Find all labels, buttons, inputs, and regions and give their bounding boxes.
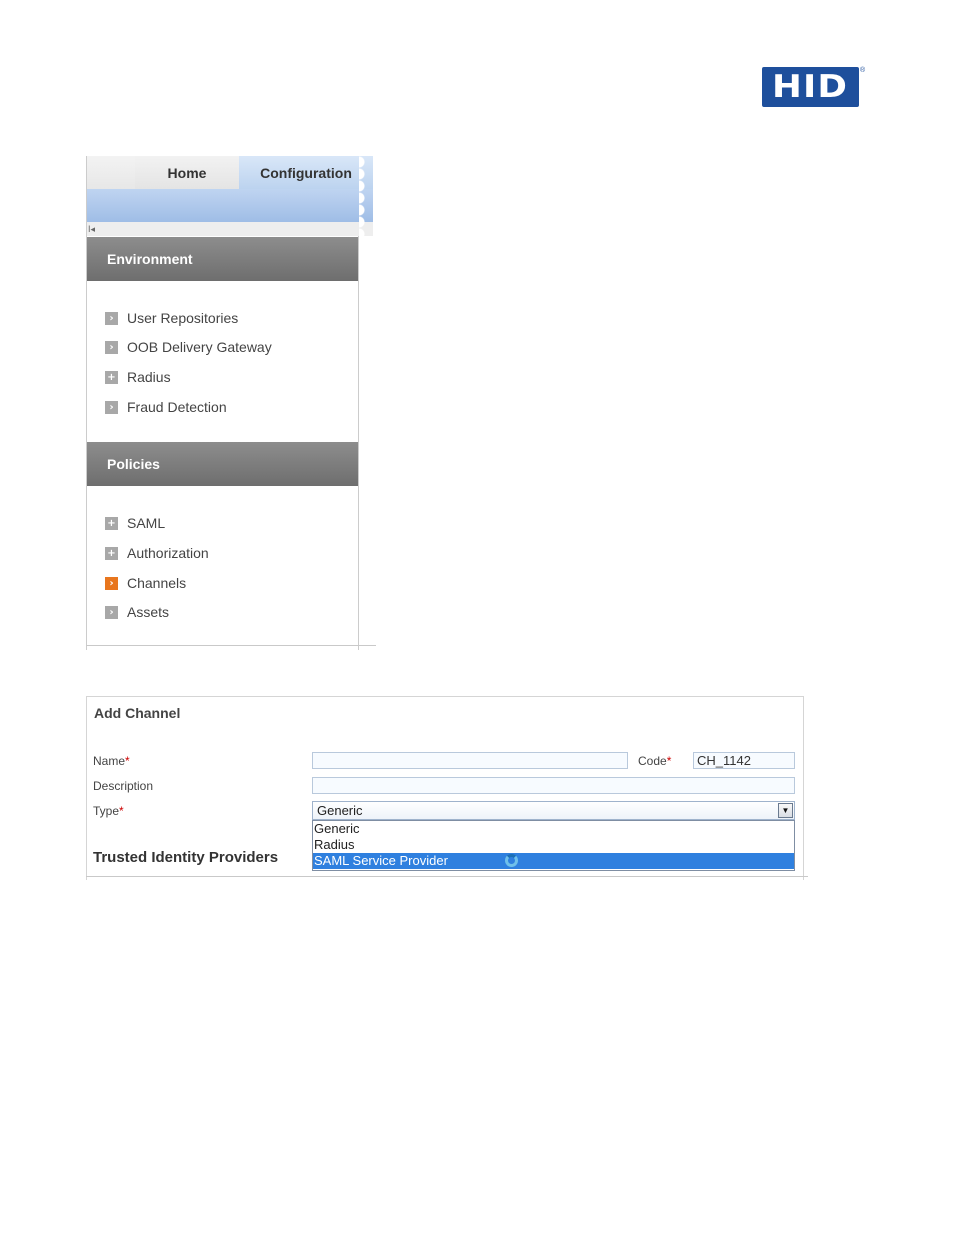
section-header-policies[interactable]: Policies	[87, 442, 358, 486]
code-label: Code*	[638, 754, 671, 768]
name-label: Name*	[93, 754, 130, 768]
type-label-text: Type	[93, 804, 120, 818]
arrow-right-icon: ›	[105, 400, 118, 414]
nav-item-label: User Repositories	[127, 310, 239, 326]
arrow-right-icon: ›	[105, 340, 118, 354]
nav-item-fraud-detection[interactable]: › Fraud Detection	[105, 397, 227, 417]
required-mark: *	[125, 754, 130, 768]
hid-logo: HID	[762, 67, 859, 107]
name-input[interactable]	[312, 752, 628, 769]
nav-item-label: Authorization	[127, 545, 209, 561]
section-header-environment[interactable]: Environment	[87, 237, 358, 281]
plus-icon: +	[105, 516, 118, 530]
form-title: Add Channel	[94, 705, 181, 721]
trusted-identity-providers-heading: Trusted Identity Providers	[93, 849, 279, 866]
type-label: Type*	[93, 804, 124, 818]
logo-registered-mark: ®	[860, 67, 866, 74]
plus-icon: +	[105, 546, 118, 560]
nav-item-authorization[interactable]: + Authorization	[105, 543, 209, 563]
logo-text: HID	[772, 69, 849, 105]
nav-item-label: Radius	[127, 369, 171, 385]
type-select-value: Generic	[317, 803, 363, 818]
type-option-generic[interactable]: Generic	[313, 821, 794, 837]
nav-item-label: Fraud Detection	[127, 399, 227, 415]
type-select[interactable]: Generic ▼	[312, 801, 795, 820]
option-label: SAML Service Provider	[314, 853, 448, 868]
chevron-down-icon[interactable]: ▼	[778, 803, 793, 818]
nav-item-oob-delivery-gateway[interactable]: › OOB Delivery Gateway	[105, 337, 272, 357]
type-option-saml-service-provider[interactable]: SAML Service Provider	[313, 853, 794, 869]
navigation-panel: Home Configuration I◂ Environment › User…	[86, 156, 373, 650]
type-option-radius[interactable]: Radius	[313, 837, 794, 853]
nav-item-saml[interactable]: + SAML	[105, 513, 165, 533]
collapse-bar[interactable]: I◂	[87, 222, 373, 236]
nav-item-label: Channels	[127, 575, 187, 591]
name-label-text: Name	[93, 754, 126, 768]
torn-edge	[86, 645, 376, 654]
arrow-right-icon: ›	[105, 605, 118, 619]
nav-item-channels[interactable]: › Channels	[105, 573, 186, 593]
toolbar-band	[87, 189, 373, 222]
nav-item-assets[interactable]: › Assets	[105, 602, 169, 622]
nav-item-radius[interactable]: + Radius	[105, 367, 171, 387]
nav-item-label: OOB Delivery Gateway	[127, 339, 272, 355]
required-mark: *	[666, 754, 672, 768]
code-label-text: Code	[638, 754, 667, 768]
torn-edge	[359, 156, 373, 650]
add-channel-form: Add Channel Name* Code* CH_1142 Descript…	[86, 696, 804, 880]
nav-item-label: Assets	[127, 604, 170, 620]
torn-edge	[86, 876, 808, 886]
loading-spinner-icon	[505, 854, 518, 867]
code-input[interactable]: CH_1142	[693, 752, 795, 769]
plus-icon: +	[105, 370, 118, 384]
arrow-right-icon: ›	[105, 311, 118, 325]
collapse-icon[interactable]: I◂	[88, 224, 95, 234]
arrow-right-icon: ›	[105, 576, 118, 590]
description-label: Description	[93, 779, 154, 793]
nav-item-user-repositories[interactable]: › User Repositories	[105, 308, 238, 328]
required-mark: *	[119, 804, 124, 818]
type-dropdown-list: Generic Radius SAML Service Provider	[312, 820, 795, 871]
tab-home[interactable]: Home	[135, 156, 239, 189]
nav-item-label: SAML	[127, 515, 166, 531]
description-input[interactable]	[312, 777, 795, 794]
tab-configuration[interactable]: Configuration	[239, 156, 373, 189]
